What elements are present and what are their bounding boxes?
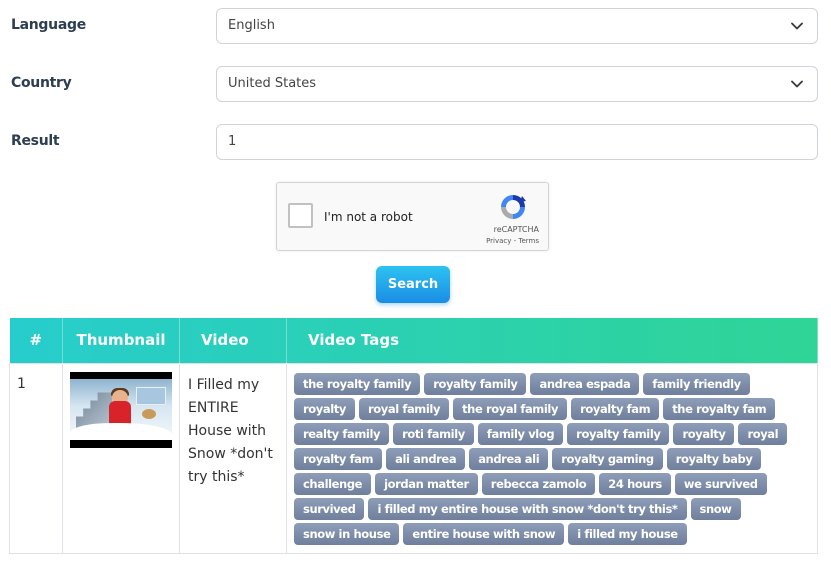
country-select[interactable]: United States [216,66,818,102]
result-input[interactable]: 1 [216,124,818,160]
thumbnail-snow [70,422,172,440]
video-tag[interactable]: family vlog [477,422,564,445]
video-tag[interactable]: survived [294,497,365,520]
video-tags-cell: the royalty family royalty family andrea e… [286,362,818,554]
video-tag[interactable]: snow [690,497,741,520]
video-tag[interactable]: the royalty fam [663,397,776,420]
video-tag[interactable]: royal [738,422,788,445]
language-select[interactable]: English [216,8,818,44]
recaptcha-brand: reCAPTCHA [493,225,539,234]
video-tag[interactable]: royalty family [424,372,527,395]
country-row: Country United States [0,66,831,102]
recaptcha-widget: I'm not a robot reCAPTCHA Privacy - Term… [276,182,549,251]
video-tag[interactable]: royalty gaming [552,447,663,470]
thumbnail-dog [142,408,156,419]
video-tag[interactable]: jordan matter [375,472,478,495]
video-tag[interactable]: rebecca zamolo [481,472,596,495]
row-num: 1 [9,362,63,554]
thumbnail-cell [62,362,180,554]
video-tag[interactable]: royalty family [567,422,670,445]
video-tag[interactable]: i filled my house [568,522,687,545]
video-tag[interactable]: royalty [294,397,355,420]
video-tag[interactable]: ali andrea [386,447,466,470]
thumbnail-window [136,386,166,405]
result-label: Result [11,133,60,149]
table-row: 1 I Filled my ENTIRE House with Snow *do… [9,362,818,554]
search-button[interactable]: Search [376,266,450,303]
video-tag[interactable]: snow in house [294,522,400,545]
language-select-value: English [228,18,275,33]
video-tag[interactable]: andrea ali [469,447,549,470]
chevron-down-icon [791,80,803,88]
video-tag[interactable]: we survived [674,472,767,495]
thumbnail-scene [70,378,172,440]
video-tag[interactable]: the royalty family [294,372,421,395]
header-video: Video [179,318,287,363]
video-tag[interactable]: roti family [393,422,474,445]
video-tag[interactable]: entire house with snow [403,522,565,545]
recaptcha-label: I'm not a robot [324,210,413,224]
results-table: # Thumbnail Video Video Tags 1 I Filled … [9,318,818,554]
video-tag[interactable]: challenge [294,472,372,495]
table-header-row: # Thumbnail Video Video Tags [9,318,818,363]
video-tag[interactable]: i filled my entire house with snow *don'… [368,497,687,520]
language-row: Language English [0,8,831,44]
result-input-value: 1 [228,134,237,149]
video-tag[interactable]: family friendly [643,372,750,395]
video-tag[interactable]: royalty [673,422,735,445]
video-title[interactable]: I Filled my ENTIRE House with Snow *don'… [179,362,287,554]
language-label: Language [11,17,86,33]
video-tags-list: the royalty family royalty family andrea e… [294,372,807,545]
country-label: Country [11,75,72,91]
video-thumbnail[interactable] [70,371,172,448]
video-tag[interactable]: 24 hours [599,472,671,495]
result-row: Result 1 [0,124,831,160]
header-num: # [9,318,63,363]
header-thumbnail: Thumbnail [62,318,180,363]
video-tag[interactable]: royalty fam [571,397,660,420]
video-tag[interactable]: realty family [294,422,390,445]
header-video-tags: Video Tags [286,318,818,363]
chevron-down-icon [791,22,803,30]
video-tag[interactable]: royalty baby [666,447,762,470]
video-tag[interactable]: andrea espada [530,372,640,395]
video-tag[interactable]: the royal family [453,397,568,420]
video-tag[interactable]: royalty fam [294,447,383,470]
country-select-value: United States [228,76,317,91]
video-tag[interactable]: royal family [358,397,450,420]
recaptcha-privacy-terms[interactable]: Privacy - Terms [277,237,550,245]
recaptcha-logo-icon [501,195,526,219]
